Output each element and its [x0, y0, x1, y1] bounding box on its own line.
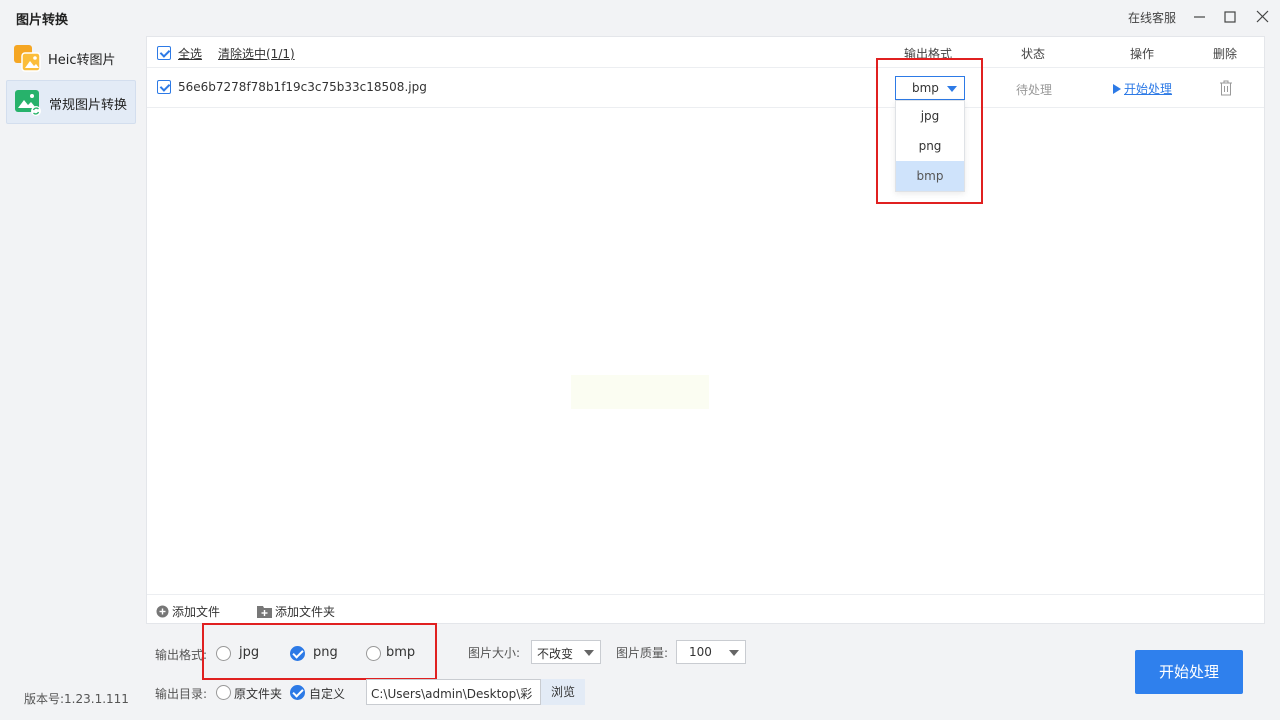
list-header: 全选 清除选中(1/1) 输出格式 状态 操作 删除 [147, 37, 1264, 68]
trash-icon[interactable] [1219, 80, 1233, 96]
column-delete: 删除 [1213, 47, 1238, 61]
dropdown-option-png[interactable]: png [896, 131, 964, 161]
status-text: 待处理 [1016, 83, 1053, 97]
add-folder-button[interactable]: 添加文件夹 [257, 603, 335, 620]
chevron-down-icon [947, 86, 957, 92]
minimize-icon [1194, 16, 1205, 18]
format-radio-png[interactable] [290, 646, 305, 661]
start-process-label: 开始处理 [1124, 82, 1173, 96]
app-title: 图片转换 [16, 13, 69, 28]
dir-radio-custom[interactable] [290, 685, 305, 700]
format-radio-jpg[interactable] [216, 646, 231, 661]
start-process-link[interactable]: 开始处理 [1113, 80, 1172, 97]
close-button[interactable] [1250, 6, 1274, 28]
close-icon [1256, 10, 1269, 23]
file-name: 56e6b7278f78b1f19c3c75b33c18508.jpg [178, 80, 427, 94]
output-dir-label: 输出目录: [155, 687, 208, 701]
dir-radio-custom-label: 自定义 [309, 687, 346, 701]
add-file-label: 添加文件 [172, 605, 221, 619]
dir-radio-original-label: 原文件夹 [234, 687, 283, 701]
sidebar-item-label: 常规图片转换 [49, 98, 128, 113]
image-size-select[interactable]: 不改变 [531, 640, 601, 664]
format-radio-bmp-label: bmp [386, 645, 416, 660]
format-radio-jpg-label: jpg [239, 645, 260, 660]
add-file-button[interactable]: 添加文件 [156, 603, 220, 620]
play-icon [1113, 84, 1121, 94]
dropdown-option-jpg[interactable]: jpg [896, 101, 964, 131]
start-process-button[interactable]: 开始处理 [1135, 650, 1243, 694]
add-bar: 添加文件 添加文件夹 [147, 594, 1264, 624]
table-row: 56e6b7278f78b1f19c3c75b33c18508.jpg 待处理 … [147, 68, 1264, 108]
row-format-select[interactable]: bmp [895, 76, 965, 100]
image-quality-select[interactable]: 100 [676, 640, 746, 664]
image-convert-icon [15, 90, 41, 116]
column-action: 操作 [1130, 47, 1155, 61]
column-status: 状态 [1021, 47, 1046, 61]
image-size-value: 不改变 [537, 647, 574, 661]
title-bar: 图片转换 在线客服 [0, 0, 1280, 36]
column-output-format: 输出格式 [904, 47, 953, 61]
version-label: 版本号:1.23.1.111 [24, 692, 129, 706]
watermark [571, 375, 709, 409]
output-path-input[interactable]: C:\Users\admin\Desktop\彩 [366, 679, 541, 705]
image-quality-value: 100 [689, 645, 712, 659]
clear-selection-link[interactable]: 清除选中(1/1) [218, 45, 295, 62]
sidebar: Heic转图片 常规图片转换 版本号:1.23.1.111 [0, 36, 146, 720]
image-size-label: 图片大小: [468, 646, 521, 660]
heic-image-icon [14, 45, 41, 72]
maximize-icon [1224, 11, 1236, 23]
chevron-down-icon [729, 650, 739, 656]
format-radio-bmp[interactable] [366, 646, 381, 661]
row-format-value: bmp [912, 81, 939, 95]
add-folder-label: 添加文件夹 [275, 605, 336, 619]
sidebar-item-label: Heic转图片 [48, 53, 116, 68]
plus-circle-icon [156, 605, 169, 618]
file-list-panel: 全选 清除选中(1/1) 输出格式 状态 操作 删除 56e6b7278f78b… [146, 36, 1265, 624]
format-radio-png-label: png [313, 645, 338, 660]
browse-button[interactable]: 浏览 [541, 679, 585, 705]
maximize-button[interactable] [1218, 6, 1242, 28]
row-checkbox[interactable] [157, 80, 171, 94]
minimize-button[interactable] [1188, 6, 1212, 28]
image-quality-label: 图片质量: [616, 646, 669, 660]
sidebar-item-heic[interactable]: Heic转图片 [6, 36, 136, 80]
online-service-link[interactable]: 在线客服 [1128, 9, 1176, 26]
dropdown-option-bmp[interactable]: bmp [896, 161, 964, 191]
select-all-checkbox[interactable] [157, 46, 171, 60]
sidebar-item-image-convert[interactable]: 常规图片转换 [6, 80, 136, 124]
output-format-label: 输出格式: [155, 648, 208, 662]
chevron-down-icon [584, 650, 594, 656]
dir-radio-original[interactable] [216, 685, 231, 700]
folder-plus-icon [257, 606, 272, 618]
select-all-link[interactable]: 全选 [178, 45, 202, 62]
format-dropdown-menu: jpg png bmp [895, 100, 965, 192]
